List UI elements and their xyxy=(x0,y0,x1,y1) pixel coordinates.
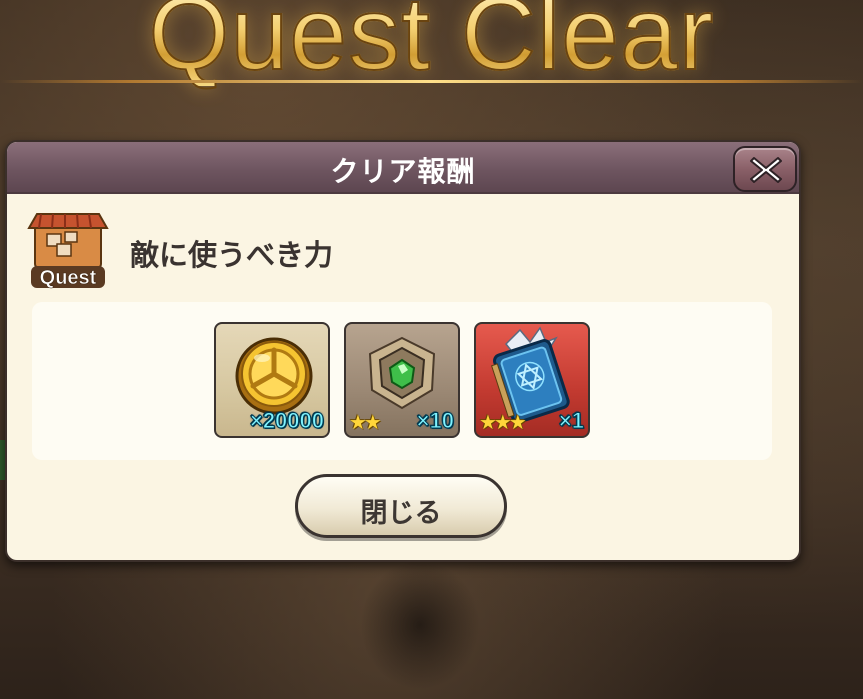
dialog-header: クリア報酬 xyxy=(7,142,799,194)
reward-gold-coin[interactable]: ×20000 xyxy=(214,322,330,438)
reward-quantity: ×1 xyxy=(558,408,584,434)
quest-shop-icon: Quest xyxy=(27,213,109,289)
reward-quantity: ×20000 xyxy=(249,408,324,434)
reward-stars: ★★ xyxy=(349,410,382,434)
background-figure xyxy=(360,560,480,690)
close-button-label: 閉じる xyxy=(360,498,442,529)
title-divider xyxy=(0,80,863,83)
close-icon xyxy=(750,157,782,183)
quest-name: 敵に使うべき力 xyxy=(130,238,334,272)
reward-gem-stone[interactable]: ★★ ×10 xyxy=(344,322,460,438)
quest-clear-title: Quest Clear xyxy=(0,0,863,87)
close-button[interactable]: 閉じる xyxy=(295,474,507,538)
svg-text:Quest: Quest xyxy=(40,267,97,289)
reward-quantity: ×10 xyxy=(416,408,454,434)
rewards-panel: ×20000 ★★ ×10 ★★★ ×1 xyxy=(32,302,772,460)
reward-stars: ★★★ xyxy=(479,410,527,434)
reward-spell-book[interactable]: ★★★ ×1 xyxy=(474,322,590,438)
close-x-button[interactable] xyxy=(733,146,797,192)
dialog-title: クリア報酬 xyxy=(330,155,476,188)
reward-dialog: クリア報酬 Quest 敵に使うべき力 ×20000 ★★ ×10 ★★★ ×1… xyxy=(5,140,801,562)
